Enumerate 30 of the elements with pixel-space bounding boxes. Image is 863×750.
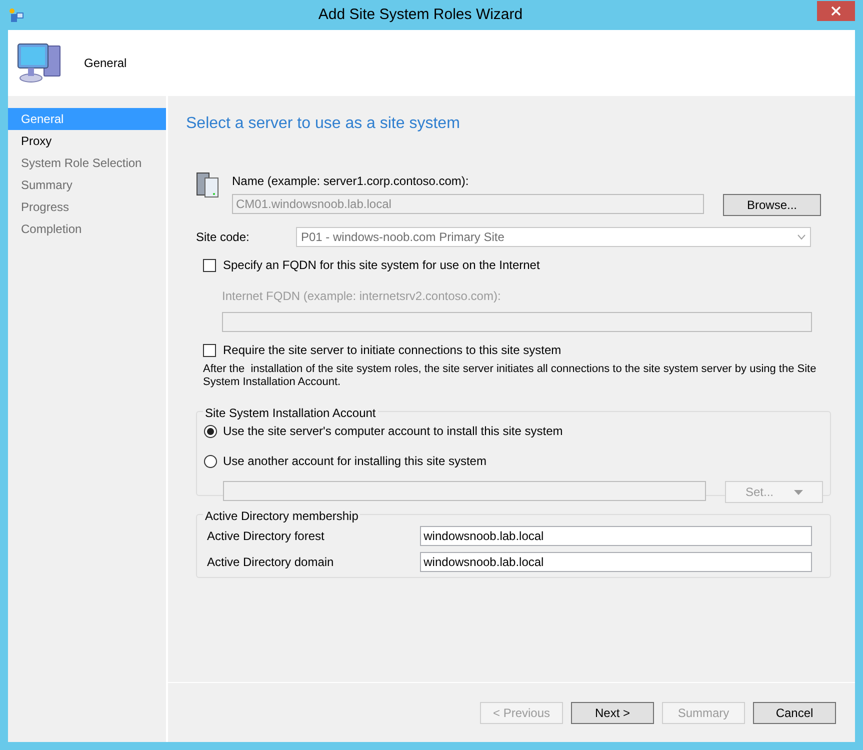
radio-label: Use the site server's computer account to install this site system <box>223 423 563 440</box>
close-icon <box>831 6 841 16</box>
server-icon <box>196 170 220 198</box>
radio-button[interactable] <box>204 454 217 468</box>
site-code-label: Site code: <box>196 229 250 246</box>
checkbox[interactable] <box>203 344 216 356</box>
radio-button[interactable] <box>204 424 217 438</box>
close-button[interactable] <box>817 1 855 21</box>
note-text: After the installation of the site system roles, the site server initiates all connections to the site system server by using the Site System Installation Account. <box>203 363 818 389</box>
fqdn-checkbox-label: Specify an FQDN for this site system for use on the Internet <box>223 257 540 274</box>
chevron-down-icon <box>797 234 806 240</box>
window-title: Add Site System Roles Wizard <box>317 4 524 25</box>
radio-label: Use another account for installing this site system <box>223 453 486 470</box>
name-label: Name (example: server1.corp.contoso.com): <box>232 174 470 188</box>
checkbox[interactable] <box>203 258 216 272</box>
ad-row-label: Active Directory forest <box>207 528 326 545</box>
caret-icon <box>794 490 802 494</box>
sidebar-item[interactable]: General <box>8 108 166 130</box>
ad-field[interactable]: windowsnoob.lab.local <box>420 552 812 572</box>
initiate-checkbox-label: Require the site server to initiate connections to this site system <box>223 342 562 359</box>
ad-row-label: Active Directory domain <box>207 554 335 571</box>
header-title: General <box>84 55 127 72</box>
set-button[interactable]: Set... <box>725 481 823 503</box>
wizard-button[interactable]: Next > <box>571 702 654 724</box>
page-title: Select a server to use as a site system <box>186 114 461 132</box>
internet-fqdn-label: Internet FQDN (example: internetsrv2.contoso.com): <box>222 288 502 305</box>
wizard-button[interactable]: Cancel <box>753 702 836 724</box>
wizard-icon <box>8 7 24 23</box>
ad-field[interactable]: windowsnoob.lab.local <box>420 526 812 546</box>
sidebar-item[interactable]: Proxy <box>8 130 166 152</box>
